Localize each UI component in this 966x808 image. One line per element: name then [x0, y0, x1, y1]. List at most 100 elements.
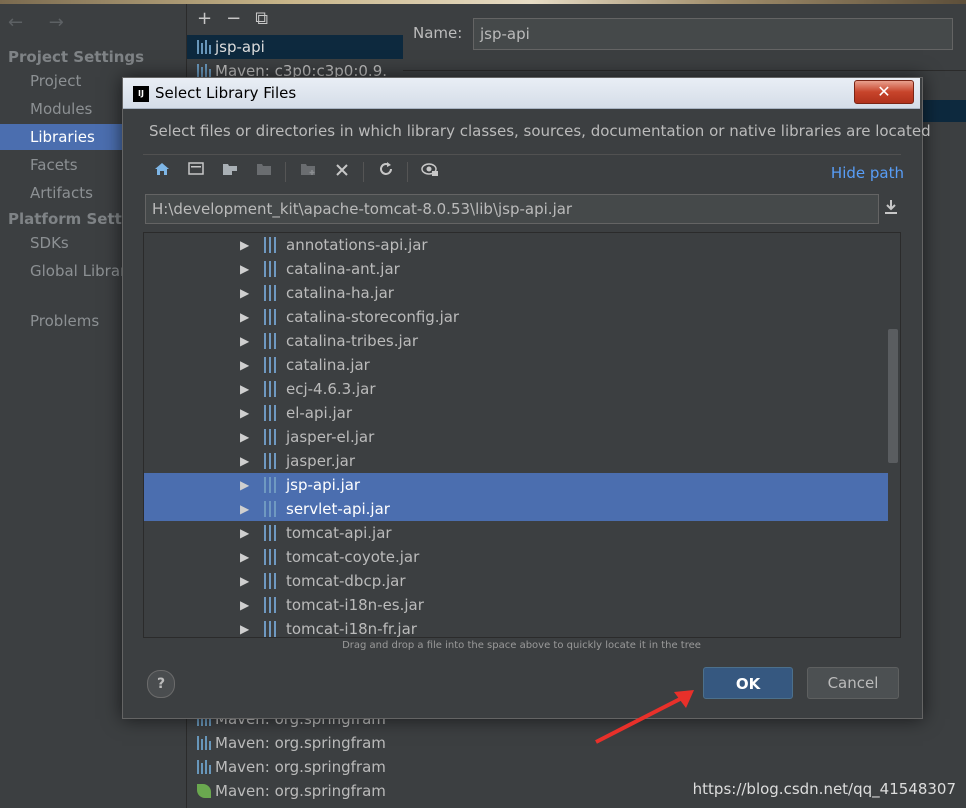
platform-settings-title: Platform Settin [8, 210, 138, 228]
tree-row-label: tomcat-i18n-fr.jar [286, 620, 417, 638]
jar-file-icon [264, 285, 276, 301]
expand-arrow-icon[interactable]: ▶ [240, 353, 249, 377]
expand-arrow-icon[interactable]: ▶ [240, 497, 249, 521]
expand-arrow-icon[interactable]: ▶ [240, 281, 249, 305]
expand-arrow-icon[interactable]: ▶ [240, 233, 249, 257]
nav-back-forward-icons[interactable]: ← → [8, 12, 74, 33]
library-item[interactable]: Maven: org.springfram [187, 779, 403, 803]
tree-row[interactable]: ▶ catalina-ant.jar [144, 257, 888, 281]
library-icon [197, 40, 211, 54]
expand-arrow-icon[interactable]: ▶ [240, 305, 249, 329]
expand-arrow-icon[interactable]: ▶ [240, 473, 249, 497]
ok-button[interactable]: OK [703, 667, 793, 699]
tree-row[interactable]: ▶ tomcat-dbcp.jar [144, 569, 888, 593]
jar-file-icon [264, 501, 276, 517]
tree-row[interactable]: ▶ el-api.jar [144, 401, 888, 425]
tree-row-label: jasper.jar [286, 452, 356, 470]
project-folder-icon[interactable] [217, 160, 243, 184]
tree-row[interactable]: ▶ jasper-el.jar [144, 425, 888, 449]
tree-row[interactable]: ▶ tomcat-coyote.jar [144, 545, 888, 569]
library-item-label: Maven: org.springfram [215, 734, 386, 752]
path-input[interactable]: H:\development_kit\apache-tomcat-8.0.53\… [145, 194, 879, 224]
tree-row-label: catalina-ha.jar [286, 284, 394, 302]
library-icon [197, 64, 211, 78]
tree-row[interactable]: ▶ tomcat-i18n-fr.jar [144, 617, 888, 638]
dialog-titlebar: IJ Select Library Files ✕ [123, 78, 920, 109]
tree-row-label: servlet-api.jar [286, 500, 390, 518]
library-item[interactable]: Maven: org.springfram [187, 731, 403, 755]
tree-row[interactable]: ▶ ecj-4.6.3.jar [144, 377, 888, 401]
jar-file-icon [264, 477, 276, 493]
project-settings-title: Project Settings [8, 48, 145, 66]
jar-file-icon [264, 333, 276, 349]
expand-arrow-icon[interactable]: ▶ [240, 401, 249, 425]
library-item[interactable]: Maven: org.springfram [187, 755, 403, 779]
annotation-arrow [595, 690, 694, 744]
toolbar-separator [285, 162, 286, 182]
dialog-title: Select Library Files [155, 84, 297, 102]
tree-row-label: tomcat-coyote.jar [286, 548, 420, 566]
hide-path-link[interactable]: Hide path [831, 164, 904, 182]
home-icon[interactable] [149, 160, 175, 184]
jar-file-icon [264, 309, 276, 325]
delete-icon[interactable] [329, 160, 355, 184]
expand-arrow-icon[interactable]: ▶ [240, 425, 249, 449]
jar-file-icon [264, 573, 276, 589]
refresh-icon[interactable] [373, 160, 399, 184]
tree-row-label: catalina-ant.jar [286, 260, 400, 278]
expand-arrow-icon[interactable]: ▶ [240, 593, 249, 617]
name-input[interactable]: jsp-api [473, 18, 953, 50]
watermark: https://blog.csdn.net/qq_41548307 [692, 780, 956, 798]
tree-row-label: tomcat-i18n-es.jar [286, 596, 424, 614]
tree-row[interactable]: ▶ catalina-storeconfig.jar [144, 305, 888, 329]
jar-file-icon [264, 381, 276, 397]
dialog-description: Select files or directories in which lib… [149, 122, 931, 140]
close-button[interactable]: ✕ [854, 80, 914, 104]
tree-row[interactable]: ▶ tomcat-i18n-es.jar [144, 593, 888, 617]
show-hidden-icon[interactable] [417, 160, 443, 184]
tree-row[interactable]: ▶ catalina-ha.jar [144, 281, 888, 305]
expand-arrow-icon[interactable]: ▶ [240, 521, 249, 545]
cancel-button[interactable]: Cancel [807, 667, 899, 699]
tree-scrollbar[interactable] [888, 329, 898, 463]
expand-arrow-icon[interactable]: ▶ [240, 617, 249, 637]
tree-row[interactable]: ▶ servlet-api.jar [144, 497, 888, 521]
tree-row[interactable]: ▶ annotations-api.jar [144, 233, 888, 257]
jar-file-icon [264, 405, 276, 421]
tree-row-label: el-api.jar [286, 404, 352, 422]
expand-arrow-icon[interactable]: ▶ [240, 257, 249, 281]
tree-row[interactable]: ▶ tomcat-api.jar [144, 521, 888, 545]
tree-row[interactable]: ▶ catalina-tribes.jar [144, 329, 888, 353]
spring-leaf-icon [197, 784, 211, 798]
add-icon[interactable]: + [197, 8, 212, 29]
module-folder-icon[interactable] [251, 160, 277, 184]
expand-arrow-icon[interactable]: ▶ [240, 329, 249, 353]
toolbar-separator [363, 162, 364, 182]
help-button[interactable]: ? [147, 670, 175, 698]
copy-icon[interactable]: ⧉ [255, 8, 268, 29]
select-library-files-dialog: IJ Select Library Files ✕ Select files o… [122, 77, 931, 719]
library-item-label: Maven: org.springfram [215, 758, 386, 776]
tree-row-label: annotations-api.jar [286, 236, 428, 254]
name-row: Name: jsp-api [403, 4, 966, 71]
tree-row[interactable]: ▶ jsp-api.jar [144, 473, 888, 497]
desktop-icon[interactable] [183, 160, 209, 184]
remove-icon[interactable]: − [226, 8, 241, 29]
file-tree[interactable]: ▶ annotations-api.jar ▶ catalina-ant.jar ▶ ca… [143, 232, 901, 638]
tree-row-label: jsp-api.jar [286, 476, 361, 494]
expand-arrow-icon[interactable]: ▶ [240, 569, 249, 593]
tree-row-label: tomcat-dbcp.jar [286, 572, 406, 590]
tree-row-label: catalina.jar [286, 356, 370, 374]
jar-file-icon [264, 525, 276, 541]
tree-row[interactable]: ▶ catalina.jar [144, 353, 888, 377]
expand-arrow-icon[interactable]: ▶ [240, 449, 249, 473]
expand-arrow-icon[interactable]: ▶ [240, 545, 249, 569]
drag-drop-hint: Drag and drop a file into the space abov… [342, 640, 701, 651]
tree-row[interactable]: ▶ jasper.jar [144, 449, 888, 473]
new-folder-icon[interactable] [295, 160, 321, 184]
jar-file-icon [264, 429, 276, 445]
library-item[interactable]: jsp-api [187, 35, 403, 59]
download-icon[interactable] [883, 198, 899, 221]
expand-arrow-icon[interactable]: ▶ [240, 377, 249, 401]
jar-file-icon [264, 597, 276, 613]
